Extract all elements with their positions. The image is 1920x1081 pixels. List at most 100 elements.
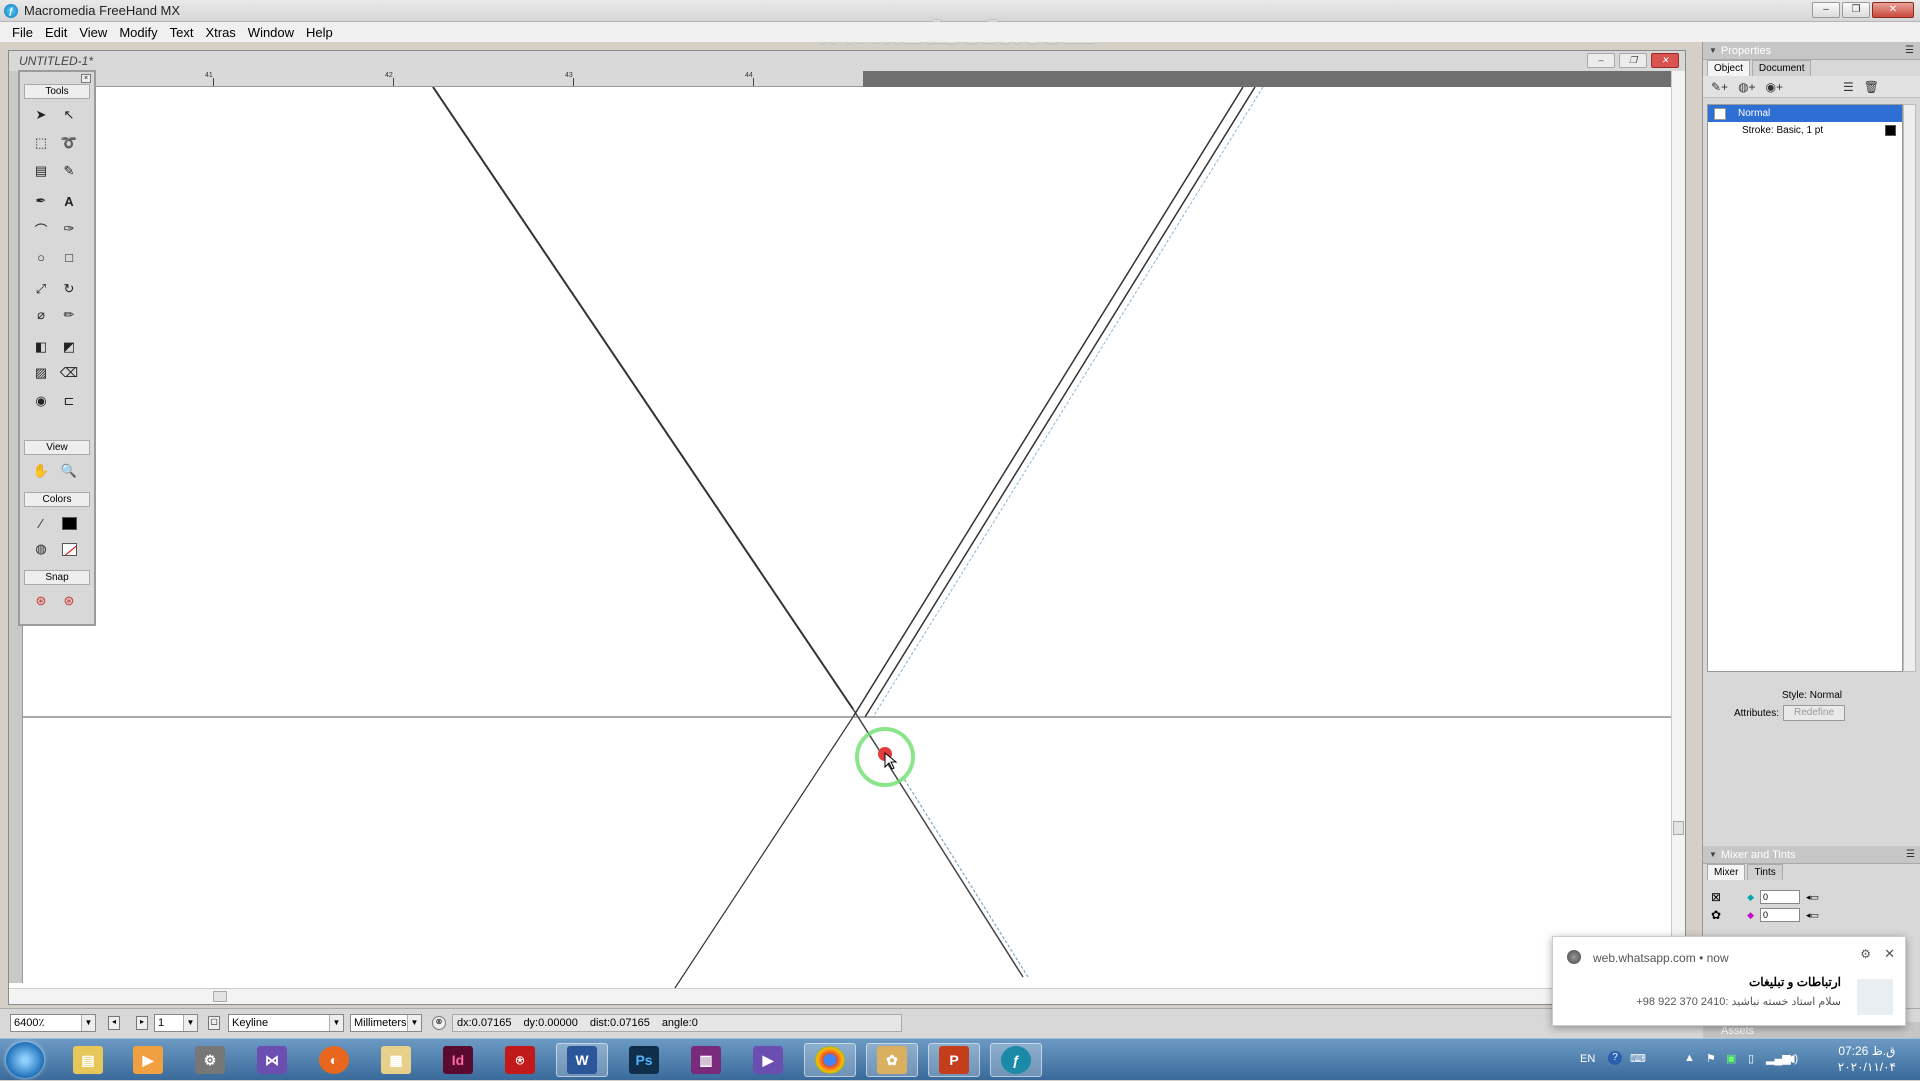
- collapse-triangle-icon[interactable]: ▼: [1709, 850, 1717, 859]
- menu-edit[interactable]: Edit: [39, 25, 73, 40]
- action-center-icon[interactable]: ⚑: [1706, 1052, 1716, 1065]
- tools-panel-close-button[interactable]: ×: [81, 74, 91, 83]
- taskbar-photoshop[interactable]: Ps: [618, 1043, 670, 1077]
- taskbar-indesign[interactable]: Id: [432, 1043, 484, 1077]
- units-dropdown-icon[interactable]: ▼: [407, 1015, 421, 1031]
- cyan-value-field[interactable]: 0: [1759, 890, 1800, 904]
- drawing-canvas[interactable]: [23, 87, 1673, 991]
- list-item-stroke[interactable]: Stroke: Basic, 1 pt: [1708, 122, 1902, 139]
- menu-view[interactable]: View: [73, 25, 113, 40]
- taskbar-powerpoint[interactable]: P: [928, 1043, 980, 1077]
- previous-page-icon[interactable]: ◂: [108, 1016, 120, 1030]
- path-line-1-lower[interactable]: [852, 708, 1024, 978]
- zoom-tool-icon[interactable]: 🔍: [58, 460, 80, 482]
- next-page-icon[interactable]: ▸: [136, 1016, 148, 1030]
- doc-restore-button[interactable]: ❐: [1619, 53, 1647, 68]
- taskbar-media-2[interactable]: ▶: [742, 1043, 794, 1077]
- page-dropdown-icon[interactable]: ▼: [183, 1015, 197, 1031]
- subselect-tool-icon[interactable]: ↖: [58, 104, 80, 126]
- knife-tool-icon[interactable]: ⌀: [30, 304, 52, 326]
- menu-text[interactable]: Text: [164, 25, 200, 40]
- fill-color-swatch[interactable]: [58, 538, 80, 560]
- magenta-slider-icon[interactable]: ◂▭: [1806, 910, 1819, 921]
- hand-tool-icon[interactable]: ✋: [30, 460, 52, 482]
- notification-toast[interactable]: web.whatsapp.com • now ⚙ ✕ ارتباطات و تب…: [1552, 936, 1906, 1026]
- path-line-2-lower[interactable]: [672, 716, 854, 991]
- freeform-tool-icon[interactable]: ✑: [58, 218, 80, 240]
- rgb-mode-icon[interactable]: ✿: [1711, 908, 1721, 922]
- help-icon[interactable]: ?: [1608, 1051, 1622, 1065]
- snap-to-point-icon[interactable]: ⊛: [30, 590, 52, 612]
- doc-minimize-button[interactable]: ‒: [1587, 53, 1615, 68]
- gear-icon[interactable]: ⚙: [1860, 947, 1871, 961]
- view-mode-dropdown-icon[interactable]: ▼: [329, 1015, 343, 1031]
- fill-color-icon[interactable]: ◍: [30, 538, 52, 560]
- tab-mixer[interactable]: Mixer: [1707, 864, 1746, 880]
- taskbar-freehand[interactable]: ƒ: [990, 1043, 1042, 1077]
- view-mode-select[interactable]: Keyline ▼: [228, 1014, 344, 1032]
- import-tool-icon[interactable]: ▤: [30, 160, 52, 182]
- graphic-hose-tool-icon[interactable]: ▨: [30, 362, 52, 384]
- stroke-swatch[interactable]: [1885, 125, 1896, 136]
- rectangle-tool-icon[interactable]: □: [58, 246, 80, 268]
- menu-xtras[interactable]: Xtras: [199, 25, 241, 40]
- zoom-field[interactable]: 6400٪ ▼: [10, 1014, 96, 1032]
- page-icon[interactable]: ▢: [208, 1016, 220, 1030]
- taskbar-media[interactable]: ▶: [122, 1043, 174, 1077]
- add-effect-icon[interactable]: ◉+: [1766, 80, 1783, 94]
- horizontal-scroll-thumb[interactable]: [213, 991, 227, 1002]
- extrude-tool-icon[interactable]: ◧: [30, 336, 52, 358]
- vertical-scroll-thumb[interactable]: [1673, 821, 1684, 835]
- shadow-tool-icon[interactable]: ◩: [58, 336, 80, 358]
- vertical-scrollbar[interactable]: [1671, 71, 1685, 983]
- units-select[interactable]: Millimeters ▼: [350, 1014, 422, 1032]
- rotate-tool-icon[interactable]: ↻: [58, 278, 80, 300]
- taskbar-word[interactable]: W: [556, 1043, 608, 1077]
- cmyk-mode-icon[interactable]: ⊠: [1711, 890, 1721, 904]
- taskbar-chrome[interactable]: [804, 1043, 856, 1077]
- list-item-normal[interactable]: Normal: [1708, 105, 1902, 122]
- properties-panel-header[interactable]: ▼ Properties ☰: [1703, 42, 1920, 60]
- taskbar-app[interactable]: ⚙: [184, 1043, 236, 1077]
- lasso-tool-icon[interactable]: ➰: [58, 132, 80, 154]
- cancel-icon[interactable]: ⊗: [432, 1016, 446, 1030]
- eraser-tool-icon[interactable]: ⌫: [58, 362, 80, 384]
- snap-to-guide-icon[interactable]: ⊛: [58, 590, 80, 612]
- stroke-color-swatch[interactable]: [58, 512, 80, 534]
- page-tool-icon[interactable]: ⬚: [30, 132, 52, 154]
- taskbar-visual-studio[interactable]: ⋈: [246, 1043, 298, 1077]
- clock[interactable]: 07:26 ق.ظ ۲۰۲۰/۱۱/۰۴: [1838, 1043, 1896, 1075]
- path-line-2a[interactable]: [852, 87, 1244, 718]
- scale-tool-icon[interactable]: ⤢: [30, 278, 52, 300]
- panel-options-icon[interactable]: ☰: [1906, 849, 1915, 860]
- cyan-slider-icon[interactable]: ◂▭: [1806, 892, 1819, 903]
- menu-window[interactable]: Window: [242, 25, 300, 40]
- taskbar-app-2[interactable]: ✿: [866, 1043, 918, 1077]
- magenta-value-field[interactable]: 0: [1759, 908, 1800, 922]
- zoom-dropdown-icon[interactable]: ▼: [81, 1015, 95, 1031]
- taskbar-acrobat[interactable]: ⍟: [494, 1043, 546, 1077]
- taskbar-winrar[interactable]: ▥: [680, 1043, 732, 1077]
- add-fill-icon[interactable]: ◍+: [1738, 80, 1755, 94]
- volume-icon[interactable]: ◀): [1786, 1052, 1798, 1065]
- item-checkbox[interactable]: [1714, 108, 1726, 120]
- start-button[interactable]: [6, 1042, 44, 1078]
- add-stroke-icon[interactable]: ✎+: [1711, 80, 1728, 94]
- properties-scrollbar[interactable]: [1903, 104, 1916, 672]
- tab-document[interactable]: Document: [1751, 60, 1812, 76]
- doc-close-button[interactable]: ✕: [1651, 53, 1679, 68]
- menu-modify[interactable]: Modify: [113, 25, 163, 40]
- menu-help[interactable]: Help: [300, 25, 339, 40]
- network-icon[interactable]: ▣: [1726, 1052, 1736, 1065]
- minimize-button[interactable]: ‒: [1812, 2, 1840, 18]
- stroke-color-icon[interactable]: ⁄: [30, 512, 52, 534]
- path-line-2b[interactable]: [864, 87, 1256, 718]
- text-tool-icon[interactable]: A: [58, 190, 80, 212]
- redefine-button[interactable]: Redefine: [1783, 705, 1845, 721]
- taskbar-explorer[interactable]: ▤: [62, 1043, 114, 1077]
- panel-options-icon[interactable]: ☰: [1905, 45, 1914, 56]
- bezigon-tool-icon[interactable]: ⌒: [30, 218, 52, 240]
- delete-attribute-icon[interactable]: 🗑: [1864, 80, 1879, 94]
- battery-icon[interactable]: ▯: [1748, 1052, 1754, 1065]
- pointer-tool-icon[interactable]: ➤: [30, 104, 52, 126]
